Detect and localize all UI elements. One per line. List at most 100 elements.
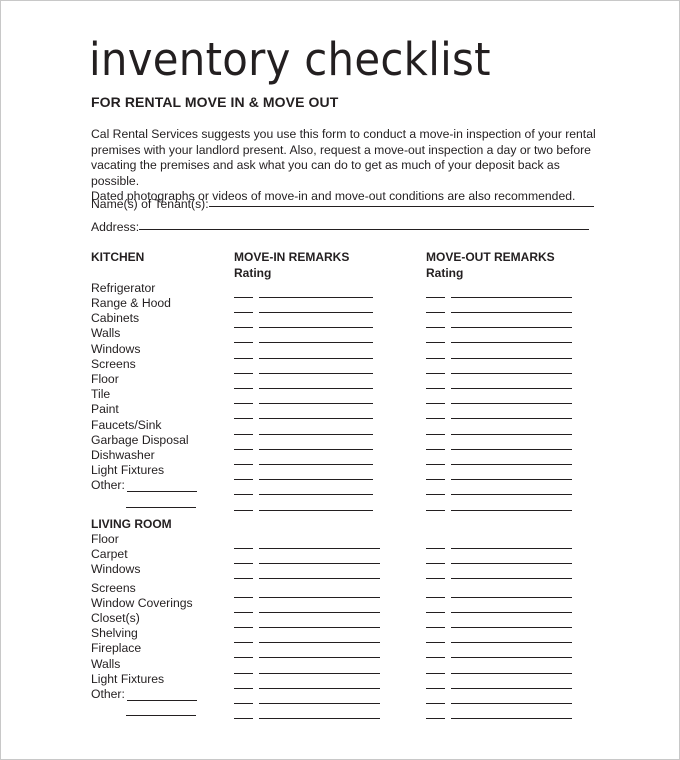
move-in-rating-blank[interactable] — [234, 479, 253, 480]
move-out-rating-blank[interactable] — [426, 548, 445, 549]
move-out-rating-blank[interactable] — [426, 342, 445, 343]
move-out-remarks-blank[interactable] — [451, 479, 572, 480]
move-out-rating-blank[interactable] — [426, 578, 445, 579]
move-out-remarks-blank[interactable] — [451, 718, 572, 719]
move-out-remarks-blank[interactable] — [451, 388, 572, 389]
move-in-remarks-blank[interactable] — [259, 673, 380, 674]
move-out-rating-blank[interactable] — [426, 297, 445, 298]
move-out-remarks-blank[interactable] — [451, 510, 572, 511]
move-in-remarks-blank[interactable] — [259, 703, 380, 704]
move-out-remarks-blank[interactable] — [451, 342, 572, 343]
move-out-remarks-blank[interactable] — [451, 642, 572, 643]
move-out-rating-blank[interactable] — [426, 373, 445, 374]
move-out-remarks-blank[interactable] — [451, 297, 572, 298]
move-out-rating-blank[interactable] — [426, 312, 445, 313]
move-out-rating-blank[interactable] — [426, 688, 445, 689]
move-in-remarks-blank[interactable] — [259, 597, 380, 598]
other-item-input-line[interactable] — [127, 700, 197, 701]
move-out-rating-blank[interactable] — [426, 479, 445, 480]
move-in-remarks-blank[interactable] — [259, 403, 373, 404]
move-out-remarks-blank[interactable] — [451, 373, 572, 374]
move-in-rating-blank[interactable] — [234, 297, 253, 298]
move-out-rating-blank[interactable] — [426, 627, 445, 628]
move-out-remarks-blank[interactable] — [451, 358, 572, 359]
move-in-rating-blank[interactable] — [234, 578, 253, 579]
move-out-remarks-blank[interactable] — [451, 703, 572, 704]
move-out-remarks-blank[interactable] — [451, 327, 572, 328]
move-out-rating-blank[interactable] — [426, 510, 445, 511]
move-in-rating-blank[interactable] — [234, 563, 253, 564]
move-in-rating-blank[interactable] — [234, 358, 253, 359]
move-out-rating-blank[interactable] — [426, 494, 445, 495]
move-in-rating-blank[interactable] — [234, 403, 253, 404]
move-out-rating-blank[interactable] — [426, 327, 445, 328]
move-out-remarks-blank[interactable] — [451, 434, 572, 435]
move-out-remarks-blank[interactable] — [451, 578, 572, 579]
move-in-remarks-blank[interactable] — [259, 642, 380, 643]
move-out-rating-blank[interactable] — [426, 703, 445, 704]
move-in-rating-blank[interactable] — [234, 688, 253, 689]
move-out-rating-blank[interactable] — [426, 434, 445, 435]
move-in-remarks-blank[interactable] — [259, 688, 380, 689]
move-out-rating-blank[interactable] — [426, 418, 445, 419]
move-in-remarks-blank[interactable] — [259, 297, 373, 298]
move-out-remarks-blank[interactable] — [451, 464, 572, 465]
move-out-remarks-blank[interactable] — [451, 657, 572, 658]
move-out-remarks-blank[interactable] — [451, 494, 572, 495]
move-in-rating-blank[interactable] — [234, 597, 253, 598]
move-in-remarks-blank[interactable] — [259, 434, 373, 435]
move-in-rating-blank[interactable] — [234, 718, 253, 719]
move-in-rating-blank[interactable] — [234, 312, 253, 313]
move-in-remarks-blank[interactable] — [259, 494, 373, 495]
move-in-rating-blank[interactable] — [234, 418, 253, 419]
other-item-input-line[interactable] — [126, 507, 196, 508]
move-out-rating-blank[interactable] — [426, 642, 445, 643]
move-in-rating-blank[interactable] — [234, 548, 253, 549]
move-out-remarks-blank[interactable] — [451, 449, 572, 450]
move-in-remarks-blank[interactable] — [259, 358, 373, 359]
move-in-rating-blank[interactable] — [234, 627, 253, 628]
move-out-rating-blank[interactable] — [426, 657, 445, 658]
move-in-remarks-blank[interactable] — [259, 578, 380, 579]
move-out-rating-blank[interactable] — [426, 358, 445, 359]
move-out-remarks-blank[interactable] — [451, 563, 572, 564]
move-in-remarks-blank[interactable] — [259, 312, 373, 313]
move-in-rating-blank[interactable] — [234, 657, 253, 658]
move-in-remarks-blank[interactable] — [259, 563, 380, 564]
move-in-rating-blank[interactable] — [234, 612, 253, 613]
other-item-input-line[interactable] — [127, 491, 197, 492]
other-item-input-line[interactable] — [126, 715, 196, 716]
move-out-remarks-blank[interactable] — [451, 688, 572, 689]
move-in-remarks-blank[interactable] — [259, 548, 380, 549]
move-out-rating-blank[interactable] — [426, 388, 445, 389]
move-in-rating-blank[interactable] — [234, 373, 253, 374]
move-out-rating-blank[interactable] — [426, 563, 445, 564]
move-in-remarks-blank[interactable] — [259, 464, 373, 465]
move-in-rating-blank[interactable] — [234, 464, 253, 465]
move-in-rating-blank[interactable] — [234, 449, 253, 450]
move-out-remarks-blank[interactable] — [451, 403, 572, 404]
tenants-input-line[interactable] — [208, 206, 594, 207]
move-in-remarks-blank[interactable] — [259, 718, 380, 719]
move-out-remarks-blank[interactable] — [451, 673, 572, 674]
move-out-remarks-blank[interactable] — [451, 548, 572, 549]
move-in-remarks-blank[interactable] — [259, 510, 373, 511]
move-in-rating-blank[interactable] — [234, 703, 253, 704]
move-in-remarks-blank[interactable] — [259, 373, 373, 374]
move-out-remarks-blank[interactable] — [451, 627, 572, 628]
move-out-rating-blank[interactable] — [426, 673, 445, 674]
move-out-rating-blank[interactable] — [426, 597, 445, 598]
move-out-remarks-blank[interactable] — [451, 418, 572, 419]
move-in-rating-blank[interactable] — [234, 342, 253, 343]
move-out-rating-blank[interactable] — [426, 718, 445, 719]
move-in-remarks-blank[interactable] — [259, 388, 373, 389]
address-input-line[interactable] — [139, 229, 590, 230]
move-out-rating-blank[interactable] — [426, 403, 445, 404]
move-out-remarks-blank[interactable] — [451, 597, 572, 598]
move-in-remarks-blank[interactable] — [259, 627, 380, 628]
move-in-remarks-blank[interactable] — [259, 449, 373, 450]
move-in-rating-blank[interactable] — [234, 642, 253, 643]
move-in-remarks-blank[interactable] — [259, 342, 373, 343]
move-in-rating-blank[interactable] — [234, 510, 253, 511]
move-in-rating-blank[interactable] — [234, 388, 253, 389]
